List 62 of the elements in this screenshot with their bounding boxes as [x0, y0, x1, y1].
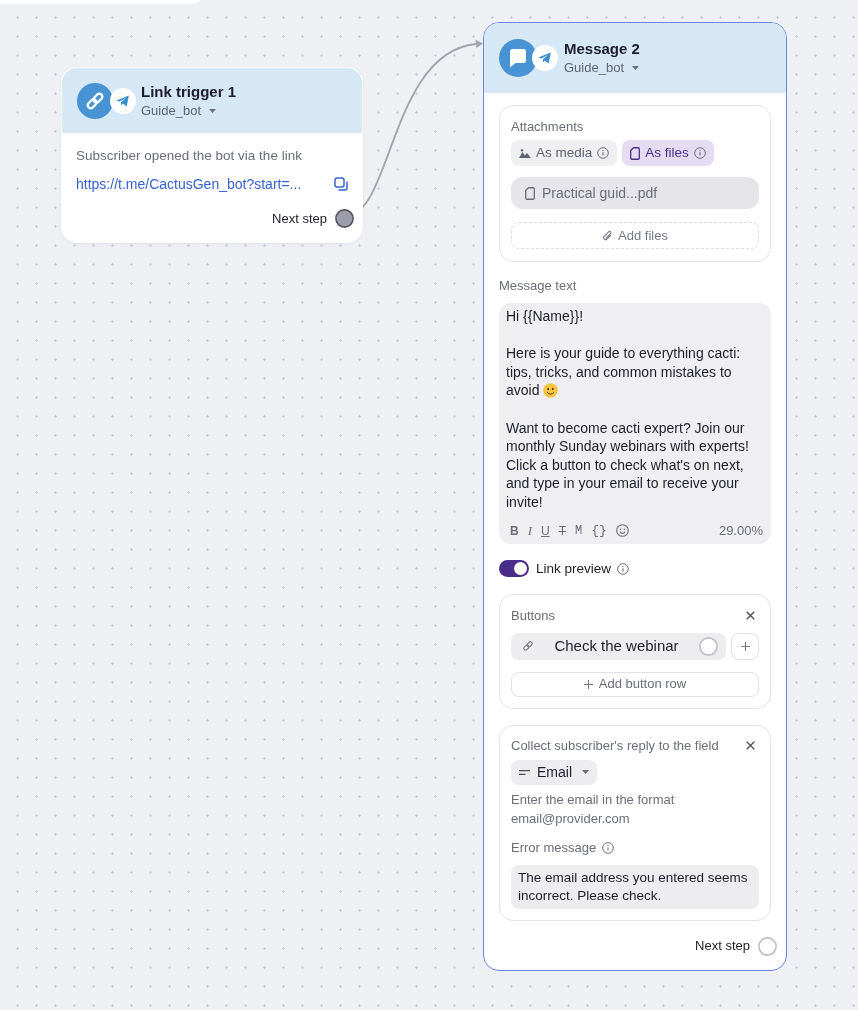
link-icon: [77, 82, 113, 119]
message-node[interactable]: [483, 22, 787, 971]
file-chip[interactable]: Practical guid...pdf: [511, 177, 759, 209]
files-mode-button[interactable]: As files: [622, 140, 714, 166]
character-counter: 29.00%: [718, 521, 764, 540]
paper-plane-icon: [532, 45, 558, 71]
bot-selector[interactable]: Guide_bot: [564, 59, 640, 77]
next-step-label: Next step: [695, 937, 750, 956]
plus-icon: [583, 679, 593, 689]
paperclip-icon: [602, 229, 614, 242]
link-icon: [522, 640, 534, 653]
mountain-icon: [519, 148, 531, 158]
close-icon[interactable]: [746, 611, 755, 621]
section-label: Message text: [499, 277, 578, 295]
node-title: Link trigger 1: [141, 81, 237, 102]
copy-icon[interactable]: [334, 177, 348, 191]
caret-icon: [632, 66, 639, 70]
bot-selector[interactable]: Guide_bot: [141, 101, 237, 120]
file-icon: [525, 186, 535, 200]
bot-link[interactable]: https://t.me/CactusGen_bot?start=...: [76, 174, 302, 194]
message-paragraph: Want to become cacti expert? Join our monthly Sunday webinars with experts! Click a button to check what's on next, and type in your email to receive your invite!: [506, 419, 749, 510]
field-selector[interactable]: Email: [511, 759, 597, 785]
next-step-label: Next step: [272, 209, 327, 228]
link-preview-toggle[interactable]: [499, 560, 529, 578]
italic-button[interactable]: I: [527, 521, 532, 540]
close-icon[interactable]: [746, 741, 755, 751]
caret-icon: [582, 770, 589, 775]
underline-button[interactable]: U: [541, 521, 550, 540]
info-icon[interactable]: [602, 841, 615, 854]
message-button[interactable]: Check the webinar: [511, 632, 726, 660]
section-label: Error message: [511, 838, 597, 857]
strikethrough-button[interactable]: T: [558, 521, 567, 540]
section-label: Attachments: [511, 118, 585, 136]
text-lines-icon: [519, 769, 530, 775]
emoji-icon[interactable]: [615, 524, 629, 538]
plus-icon: [740, 641, 750, 651]
message-text-field[interactable]: [499, 303, 771, 544]
message-paragraph: Hi {{Name}}!: [506, 308, 584, 324]
bold-button[interactable]: B: [510, 521, 519, 540]
monospace-button[interactable]: M: [575, 521, 583, 540]
paper-plane-icon: [110, 87, 136, 114]
toggle-label: Link preview: [536, 559, 612, 578]
caret-icon: [209, 108, 216, 113]
trigger-node[interactable]: Link trigger 1 Guide_bot Subscriber opened the bot via the link https://t.me/CactusGen_bot?start=... Next step: [61, 67, 363, 243]
info-icon[interactable]: [617, 562, 630, 575]
code-button[interactable]: {}: [591, 521, 607, 540]
add-button[interactable]: [731, 632, 759, 660]
trigger-description: Subscriber opened the bot via the link: [76, 147, 303, 165]
info-icon[interactable]: [693, 147, 706, 159]
info-icon[interactable]: [597, 147, 610, 159]
file-icon: [630, 146, 641, 160]
media-mode-button[interactable]: As media: [511, 140, 618, 166]
add-button-row-button[interactable]: Add button row: [511, 671, 759, 697]
field-hint: Enter the email in the format email@provider.com: [511, 790, 676, 828]
add-files-button[interactable]: Add files: [511, 222, 759, 249]
error-message-field[interactable]: The email address you entered seems incorrect. Please check.: [511, 864, 759, 909]
chat-bubble-icon: [499, 39, 537, 77]
section-label: Buttons: [511, 606, 556, 625]
section-label: Collect subscriber's reply to the field: [511, 736, 719, 755]
connection-port-icon[interactable]: [335, 209, 354, 228]
node-title: Message 2: [564, 39, 640, 59]
message-paragraph: Here is your guide to everything cacti: tips, tricks, and common mistakes to avoid: [506, 345, 741, 399]
